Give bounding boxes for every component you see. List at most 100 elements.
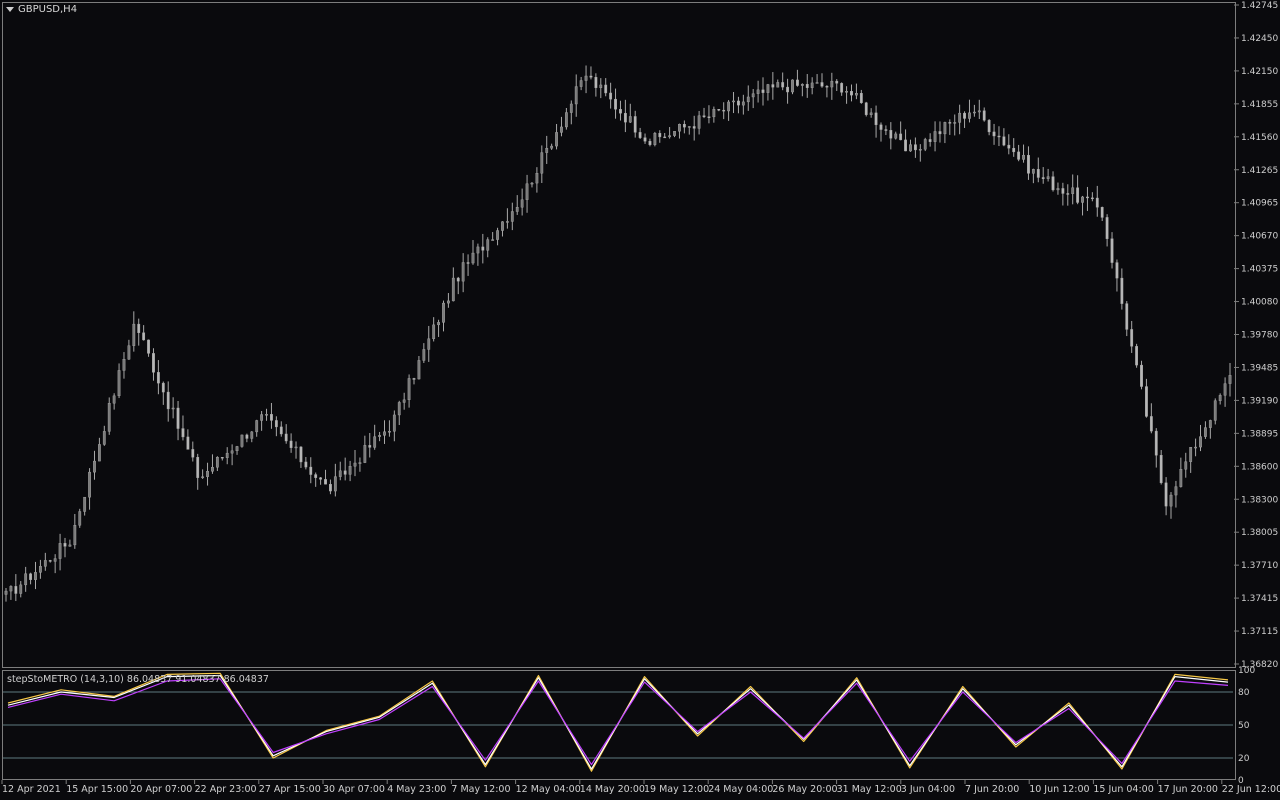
price-tick-label: 1.39780 <box>1241 331 1278 341</box>
candle-body <box>535 173 539 184</box>
price-tick-label: 1.37710 <box>1241 561 1278 571</box>
candle-body <box>137 323 141 333</box>
candle-body <box>663 136 667 139</box>
candle-body <box>928 139 932 142</box>
candle-body <box>186 436 190 450</box>
candle-body <box>599 84 603 88</box>
candle-body <box>879 124 883 130</box>
candle-body <box>796 79 799 86</box>
candle-body <box>1154 430 1158 456</box>
candle-body <box>633 116 637 133</box>
candle-body <box>594 77 598 88</box>
candle-body <box>584 75 588 81</box>
price-tick-label: 1.39485 <box>1241 363 1278 373</box>
candle-body <box>623 112 627 123</box>
time-tick-label: 26 May 20:00 <box>772 784 837 795</box>
candle-body <box>1223 383 1227 396</box>
candle-body <box>43 560 47 567</box>
triangle-down-icon[interactable] <box>6 7 14 12</box>
candle-body <box>274 420 278 428</box>
candle-body <box>34 572 37 580</box>
candle-body <box>324 479 327 485</box>
price-tick-label: 1.41560 <box>1241 133 1278 143</box>
candle-body <box>486 239 490 251</box>
candle-body <box>894 133 898 139</box>
candle-body <box>864 102 868 115</box>
candle-body <box>422 349 426 361</box>
candle-body <box>628 116 632 123</box>
candle-body <box>859 93 863 104</box>
candle-body <box>800 84 804 86</box>
candle-body <box>1228 375 1232 384</box>
candle-body <box>545 148 549 153</box>
candle-body <box>741 101 745 106</box>
candle-body <box>1164 482 1168 507</box>
trading-terminal: GBPUSD,H4 stepStoMETRO (14,3,10) 86.0483… <box>0 0 1280 800</box>
candle-body <box>1090 197 1094 200</box>
candle-body <box>1056 188 1060 191</box>
price-tick-label: 1.37415 <box>1241 594 1278 604</box>
time-tick-label: 3 Jun 04:00 <box>901 784 955 795</box>
candle-body <box>810 82 814 88</box>
candle-body <box>1213 400 1217 421</box>
candle-body <box>1036 169 1040 178</box>
candle-body <box>712 109 716 118</box>
candle-body <box>697 115 701 129</box>
candle-body <box>1017 151 1021 160</box>
candle-body <box>643 137 647 142</box>
indicator-level-label: 80 <box>1238 688 1250 698</box>
time-tick-label: 15 Apr 15:00 <box>66 784 128 795</box>
time-tick-label: 22 Jun 12:00 <box>1222 784 1280 795</box>
candle-body <box>682 124 686 128</box>
candle-body <box>432 324 436 340</box>
candle-body <box>1208 420 1212 428</box>
candle-body <box>196 457 200 478</box>
candle-body <box>211 467 214 472</box>
candle-body <box>569 103 573 113</box>
candle-body <box>358 462 362 464</box>
candle-body <box>1081 196 1084 203</box>
candle-body <box>899 133 903 141</box>
time-tick-label: 22 Apr 23:00 <box>195 784 257 795</box>
candle-body <box>1066 193 1070 195</box>
candle-body <box>117 370 121 397</box>
candle-body <box>1105 217 1109 239</box>
price-tick-label: 1.41265 <box>1241 166 1278 176</box>
time-tick-label: 30 Apr 07:00 <box>323 784 385 795</box>
candle-body <box>1174 486 1178 496</box>
candle-body <box>102 431 106 445</box>
candle-body <box>314 474 318 478</box>
candle-body <box>1071 187 1075 194</box>
candle-body <box>383 431 386 436</box>
candle-body <box>1204 427 1207 437</box>
time-tick-label: 10 Jun 12:00 <box>1029 784 1089 795</box>
candle-body <box>68 544 72 547</box>
candle-body <box>776 82 780 88</box>
candle-body <box>658 133 662 138</box>
time-tick-label: 31 May 12:00 <box>837 784 902 795</box>
candle-body <box>1012 147 1016 153</box>
candle-body <box>471 252 475 264</box>
price-tick-label: 1.41855 <box>1241 100 1278 110</box>
candle-body <box>53 558 57 562</box>
time-tick-label: 17 Jun 20:00 <box>1158 784 1218 795</box>
candle-body <box>176 407 180 429</box>
candle-body <box>668 135 672 138</box>
candle-body <box>574 86 578 105</box>
candle-body <box>727 101 731 112</box>
candle-body <box>1130 329 1134 347</box>
candle-body <box>171 407 175 410</box>
candle-body <box>147 339 150 354</box>
candle-body <box>456 277 460 282</box>
candle-body <box>220 457 224 459</box>
price-tick-label: 1.40080 <box>1241 298 1278 308</box>
candle-body <box>997 135 1001 138</box>
candle-body <box>555 132 558 147</box>
candle-body <box>250 431 254 439</box>
candle-body <box>48 560 52 562</box>
candle-body <box>496 230 499 240</box>
candle-body <box>240 434 244 447</box>
candle-body <box>825 86 829 88</box>
symbol-title: GBPUSD,H4 <box>18 4 78 15</box>
candle-body <box>279 426 283 435</box>
